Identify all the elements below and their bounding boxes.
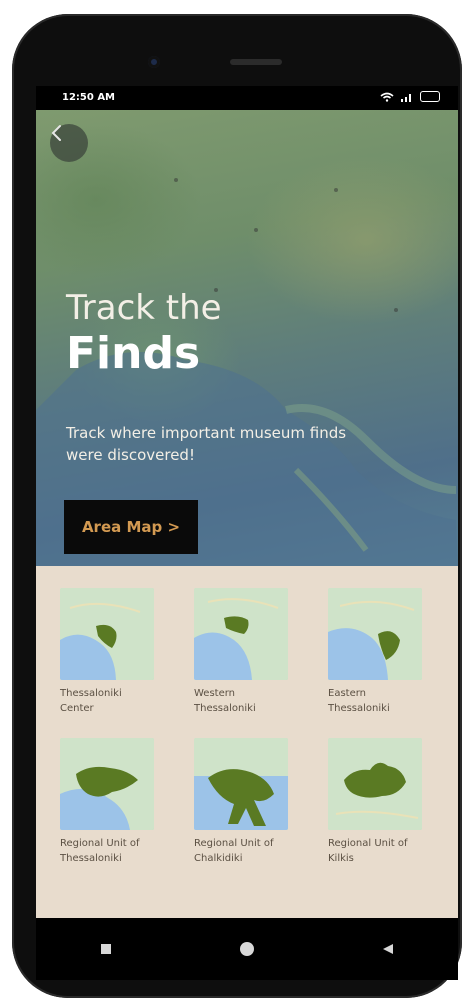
- region-label: Thessaloniki Center: [60, 688, 122, 714]
- region-card-thessaloniki-center[interactable]: Thessaloniki Center: [60, 588, 154, 716]
- region-map-thumbnail: [328, 738, 422, 830]
- region-map-thumbnail: [60, 588, 154, 680]
- battery-icon: [420, 91, 440, 102]
- region-map-thumbnail: [328, 588, 422, 680]
- back-button[interactable]: [50, 124, 88, 162]
- region-label: Regional Unit of Kilkis: [328, 838, 408, 864]
- square-icon: [101, 944, 112, 954]
- nav-back-button[interactable]: [374, 935, 402, 963]
- nav-recents-button[interactable]: [92, 935, 120, 963]
- status-icons: [380, 91, 440, 102]
- region-card-regional-unit-chalkidiki[interactable]: Regional Unit of Chalkidiki: [194, 738, 288, 866]
- region-map-thumbnail: [60, 738, 154, 830]
- region-map-thumbnail: [194, 738, 288, 830]
- hero-subtitle: Track where important museum finds were …: [66, 424, 347, 464]
- area-map-button[interactable]: Area Map >: [64, 500, 198, 554]
- region-label: Eastern Thessaloniki: [328, 688, 390, 714]
- wifi-icon: [380, 92, 394, 102]
- signal-icon: [401, 93, 411, 102]
- app-screen: 12:50 AM Track the Finds Track where imp…: [36, 86, 458, 918]
- triangle-icon: [382, 944, 393, 954]
- region-card-western-thessaloniki[interactable]: Western Thessaloniki: [194, 588, 288, 716]
- status-time: 12:50 AM: [62, 92, 116, 103]
- front-camera: [148, 56, 160, 68]
- circle-icon: [239, 942, 254, 956]
- region-card-regional-unit-kilkis[interactable]: Regional Unit of Kilkis: [328, 738, 422, 866]
- hero-section: Track the Finds Track where important mu…: [36, 110, 458, 566]
- region-map-thumbnail: [194, 588, 288, 680]
- hero-title-line1: Track the: [66, 288, 222, 328]
- chevron-left-icon: [51, 125, 61, 141]
- region-card-regional-unit-thessaloniki[interactable]: Regional Unit of Thessaloniki: [60, 738, 154, 866]
- region-label: Western Thessaloniki: [194, 688, 256, 714]
- nav-home-button[interactable]: [233, 935, 261, 963]
- hero-title-line2: Finds: [66, 328, 201, 379]
- region-grid: Thessaloniki Center Western Thessaloniki: [60, 588, 434, 866]
- region-label: Regional Unit of Thessaloniki: [60, 838, 140, 864]
- region-card-eastern-thessaloniki[interactable]: Eastern Thessaloniki: [328, 588, 422, 716]
- region-label: Regional Unit of Chalkidiki: [194, 838, 274, 864]
- speaker: [230, 59, 282, 65]
- status-bar: 12:50 AM: [36, 86, 458, 110]
- android-nav-bar: [36, 918, 458, 980]
